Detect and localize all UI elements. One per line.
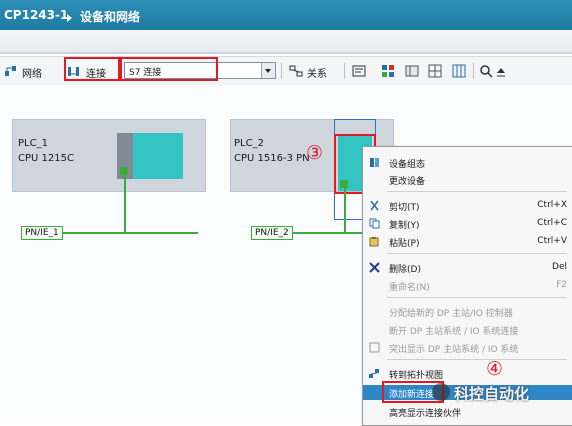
- highlight-box-connection-type: [120, 57, 218, 81]
- grid-icon[interactable]: [428, 64, 442, 78]
- watermark-text: 科控自动化: [454, 385, 530, 403]
- device-name: PLC_1: [18, 138, 48, 149]
- checkbox-icon: [369, 342, 380, 353]
- network-icon: [5, 66, 16, 76]
- zoom-icon[interactable]: [479, 64, 493, 78]
- relations-icon: [289, 65, 303, 77]
- subnet-label[interactable]: PN/IE_2: [251, 226, 293, 240]
- topology-icon: [369, 369, 379, 378]
- device-config-icon: [370, 158, 379, 167]
- annotation-3: ③: [306, 142, 324, 164]
- title-bar: CP1243-1 设备和网络: [0, 0, 572, 30]
- highlight-box-connections: [64, 57, 120, 81]
- menu-item-highlight-master: 突出显示 DP 主站系统 / IO 系统: [363, 340, 572, 355]
- copy-icon: [369, 218, 380, 229]
- toolbar-separator: [281, 63, 282, 79]
- menu-item-rename: 重命名(N) F2: [389, 280, 567, 293]
- divider: [0, 53, 572, 54]
- menu-item-topology-view[interactable]: 转到拓扑视图: [363, 366, 572, 381]
- toolbar-separator: [344, 63, 345, 79]
- menu-item-copy[interactable]: 复制(Y) Ctrl+C: [363, 216, 572, 231]
- arrow-up-icon[interactable]: [494, 64, 508, 78]
- network-drop-line: [124, 175, 126, 233]
- module-list-icon[interactable]: [405, 64, 419, 78]
- delete-icon: [369, 262, 380, 273]
- paste-icon: [369, 237, 379, 247]
- chevron-down-icon[interactable]: [261, 63, 275, 78]
- project-name: CP1243-1: [4, 8, 69, 22]
- relations-button[interactable]: 关系: [307, 65, 327, 80]
- port-icon[interactable]: [120, 167, 128, 175]
- address-icon[interactable]: [352, 64, 366, 78]
- view-tab-band: [0, 30, 572, 53]
- menu-item-device-config[interactable]: 设备组态: [363, 155, 572, 170]
- annotation-4: ④: [486, 358, 504, 380]
- device-cpu-type: CPU 1215C: [18, 153, 74, 164]
- menu-separator: [387, 359, 567, 360]
- network-drop-line: [344, 186, 346, 233]
- overview-icon[interactable]: [381, 64, 395, 78]
- menu-item-paste[interactable]: 粘贴(P) Ctrl+V: [363, 234, 572, 249]
- menu-separator: [387, 253, 567, 254]
- breadcrumb-arrow-icon: [67, 11, 72, 25]
- toolbar-separator: [473, 63, 474, 79]
- menu-item-delete[interactable]: 删除(D) Del: [363, 260, 572, 275]
- device-name: PLC_2: [234, 138, 264, 149]
- view-title: 设备和网络: [80, 10, 141, 24]
- io-module[interactable]: [133, 133, 183, 179]
- menu-item-disconnect-master: 断开 DP 主站系统 / IO 系统连接: [389, 327, 519, 337]
- menu-item-highlight-partner[interactable]: 高亮显示连接伙伴: [363, 404, 572, 419]
- menu-separator: [387, 297, 567, 298]
- subnet-label[interactable]: PN/IE_1: [21, 226, 63, 240]
- menu-item-change-device[interactable]: 更改设备: [363, 172, 572, 187]
- menu-separator: [387, 191, 567, 192]
- watermark-logo-icon: [432, 383, 450, 401]
- device-cpu-type: CPU 1516-3 PN: [234, 153, 310, 164]
- menu-item-cut[interactable]: 剪切(T) Ctrl+X: [363, 198, 572, 213]
- table-view-icon[interactable]: [452, 64, 466, 78]
- cut-icon: [370, 200, 379, 211]
- network-view-button[interactable]: 网络: [22, 65, 42, 80]
- menu-item-assign-master: 分配给新的 DP 主站/IO 控制器: [389, 309, 513, 319]
